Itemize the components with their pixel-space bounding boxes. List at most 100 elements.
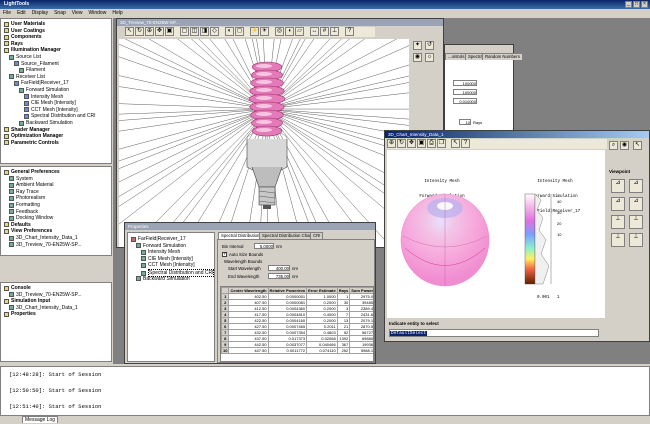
tree-item[interactable]: Forward Simulation bbox=[19, 87, 69, 93]
view-top-icon[interactable]: ◫ bbox=[190, 27, 199, 36]
sim-value-1[interactable]: 100000 bbox=[453, 80, 477, 86]
table-header[interactable]: Center Wavelength bbox=[228, 287, 269, 294]
pick-icon[interactable]: ✦ bbox=[413, 41, 422, 50]
view-iso-icon[interactable]: ◇ bbox=[210, 27, 219, 36]
source-icon[interactable]: ☀ bbox=[260, 27, 269, 36]
end-wavelength-input[interactable]: 735.00 bbox=[268, 273, 290, 279]
view-front2-icon[interactable]: ⊥ bbox=[611, 215, 625, 229]
mirror-icon[interactable]: ▱ bbox=[295, 27, 304, 36]
view-back2-icon[interactable]: ⊥ bbox=[629, 215, 643, 229]
tree-item[interactable]: Optimization Manager bbox=[4, 133, 63, 139]
tree-item[interactable]: CIE Mesh [Intensity] bbox=[24, 100, 76, 106]
maximize-icon[interactable]: □ bbox=[633, 1, 640, 8]
chart-copy-icon[interactable]: ❐ bbox=[437, 139, 446, 148]
tree-item[interactable]: Console bbox=[4, 285, 31, 291]
table-header[interactable]: Relative Power/nm bbox=[267, 287, 308, 294]
auto-size-checkbox[interactable]: ✓ bbox=[222, 252, 227, 257]
view-right2-icon[interactable]: ⊥ bbox=[629, 233, 643, 247]
viewpoint-select-icon[interactable]: ↖ bbox=[633, 141, 642, 150]
tree-item[interactable]: Feedback bbox=[9, 209, 38, 215]
tab-spectral-distribution-chart[interactable]: Spectral Distribution Chart bbox=[259, 232, 316, 239]
tree-item[interactable]: Components bbox=[4, 34, 42, 40]
tab-message-log[interactable]: Message Log bbox=[22, 416, 59, 423]
tree-item[interactable]: Illumination Manager bbox=[4, 47, 61, 53]
tree-item[interactable]: CCT Mesh [Intensity] bbox=[24, 107, 78, 113]
viewpoint-eye-icon[interactable]: ◉ bbox=[620, 141, 629, 150]
tree-item[interactable]: Parametric Controls bbox=[4, 140, 59, 146]
minimize-icon[interactable]: _ bbox=[625, 1, 632, 8]
tab-random-numbers[interactable]: Random Numbers bbox=[482, 53, 523, 60]
menu-view[interactable]: View bbox=[72, 9, 83, 18]
tree-item[interactable]: Rays bbox=[4, 41, 23, 47]
help-icon[interactable]: ? bbox=[345, 27, 354, 36]
chart-zoom-icon[interactable]: ⊕ bbox=[387, 139, 396, 148]
properties-tree-item[interactable]: CIE Mesh [Intensity] bbox=[141, 256, 193, 262]
tree-item[interactable]: Ray Trace bbox=[9, 189, 39, 195]
view-iso4-icon[interactable]: ⊿ bbox=[629, 197, 643, 211]
view-front-icon[interactable]: ▢ bbox=[180, 27, 189, 36]
view-iso1-icon[interactable]: ⊿ bbox=[611, 179, 625, 193]
chart-select-icon[interactable]: ↖ bbox=[451, 139, 460, 148]
camera-icon[interactable]: ◉ bbox=[413, 53, 422, 62]
start-wavelength-input[interactable]: 400.00 bbox=[268, 265, 290, 271]
chart-fit-icon[interactable]: ▣ bbox=[417, 139, 426, 148]
tree-item[interactable]: Backward Simulation bbox=[19, 120, 73, 126]
properties-tree-item[interactable]: CCT Mesh [Intensity] bbox=[141, 262, 195, 268]
menu-snap[interactable]: Snap bbox=[54, 9, 66, 18]
measure-icon[interactable]: ↔ bbox=[310, 27, 319, 36]
tree-item[interactable]: Receiver List bbox=[9, 74, 45, 80]
tree-item[interactable]: 3D_Treview_70-EN25W-SP... bbox=[9, 242, 82, 248]
tree-item[interactable]: Properties bbox=[4, 311, 36, 317]
view-iso3-icon[interactable]: ⊿ bbox=[611, 197, 625, 211]
fit-tool-icon[interactable]: ▣ bbox=[165, 27, 174, 36]
tree-item[interactable]: User Coatings bbox=[4, 28, 45, 34]
sim-value-2[interactable]: 100000 bbox=[453, 89, 477, 95]
tab-cri[interactable]: CRI bbox=[310, 232, 324, 239]
bin-interval-input[interactable]: 5.0000 bbox=[254, 243, 274, 249]
menu-display[interactable]: Display bbox=[32, 9, 48, 18]
view-left2-icon[interactable]: ⊥ bbox=[611, 233, 625, 247]
tree-item[interactable]: Intensity Mesh bbox=[24, 94, 63, 100]
chart-rotate-icon[interactable]: ↻ bbox=[397, 139, 406, 148]
zoom-tool-icon[interactable]: ⊕ bbox=[145, 27, 154, 36]
light-icon[interactable]: ☼ bbox=[425, 53, 434, 62]
properties-tree-item[interactable]: Intensity Mesh bbox=[141, 249, 180, 255]
tree-item[interactable]: Simulation Input bbox=[4, 298, 50, 304]
pan-tool-icon[interactable]: ✥ bbox=[155, 27, 164, 36]
rotate-tool-icon[interactable]: ↻ bbox=[135, 27, 144, 36]
rays-value[interactable]: 10 bbox=[459, 119, 471, 125]
tree-item[interactable]: Shader Manager bbox=[4, 127, 50, 133]
orbit-icon[interactable]: ↺ bbox=[425, 41, 434, 50]
tree-item[interactable]: View Preferences bbox=[4, 228, 52, 234]
select-tool-icon[interactable]: ↖ bbox=[125, 27, 134, 36]
tree-item[interactable]: Filament bbox=[19, 67, 45, 73]
tree-item[interactable]: Source List bbox=[9, 54, 41, 60]
view-side-icon[interactable]: ◨ bbox=[200, 27, 209, 36]
menu-file[interactable]: File bbox=[3, 9, 11, 18]
sim-value-3[interactable]: 0.010000 bbox=[453, 98, 477, 104]
raytrace-icon[interactable]: ⚡ bbox=[250, 27, 259, 36]
grid-icon[interactable]: # bbox=[320, 27, 329, 36]
tree-item[interactable]: User Materials bbox=[4, 21, 45, 27]
close-icon[interactable]: × bbox=[641, 1, 648, 8]
tree-item[interactable]: Spectral Distribution and CRI bbox=[24, 113, 95, 119]
tree-item[interactable]: FarField|Receiver_17 bbox=[14, 80, 69, 86]
tree-item[interactable]: Ambient Material bbox=[9, 182, 54, 188]
tree-item[interactable]: Source_Filament bbox=[14, 61, 59, 67]
tree-item[interactable]: Formatting bbox=[9, 202, 40, 208]
menu-window[interactable]: Window bbox=[89, 9, 107, 18]
tree-item[interactable]: 3D_Chart_Intensity_Data_1 bbox=[9, 235, 78, 241]
properties-tree-item[interactable]: Forward Simulation bbox=[136, 243, 186, 249]
properties-tree-item[interactable]: FarField|Receiver_17 bbox=[131, 236, 186, 242]
tree-item[interactable]: Docking Window bbox=[9, 215, 53, 221]
shade-icon[interactable]: ◐ bbox=[225, 27, 234, 36]
chart-print-icon[interactable]: ⎙ bbox=[427, 139, 436, 148]
wireframe-icon[interactable]: ◻ bbox=[235, 27, 244, 36]
table-header[interactable]: Error Estimate bbox=[306, 287, 338, 294]
axes-icon[interactable]: ⊥ bbox=[330, 27, 339, 36]
chart-pan-icon[interactable]: ✥ bbox=[407, 139, 416, 148]
viewpoint-zoom-icon[interactable]: ⌕ bbox=[609, 141, 618, 150]
tree-item[interactable]: Defaults bbox=[4, 222, 31, 228]
table-header[interactable]: Sum Power bbox=[349, 287, 373, 294]
tree-item[interactable]: General Preferences bbox=[4, 169, 60, 175]
